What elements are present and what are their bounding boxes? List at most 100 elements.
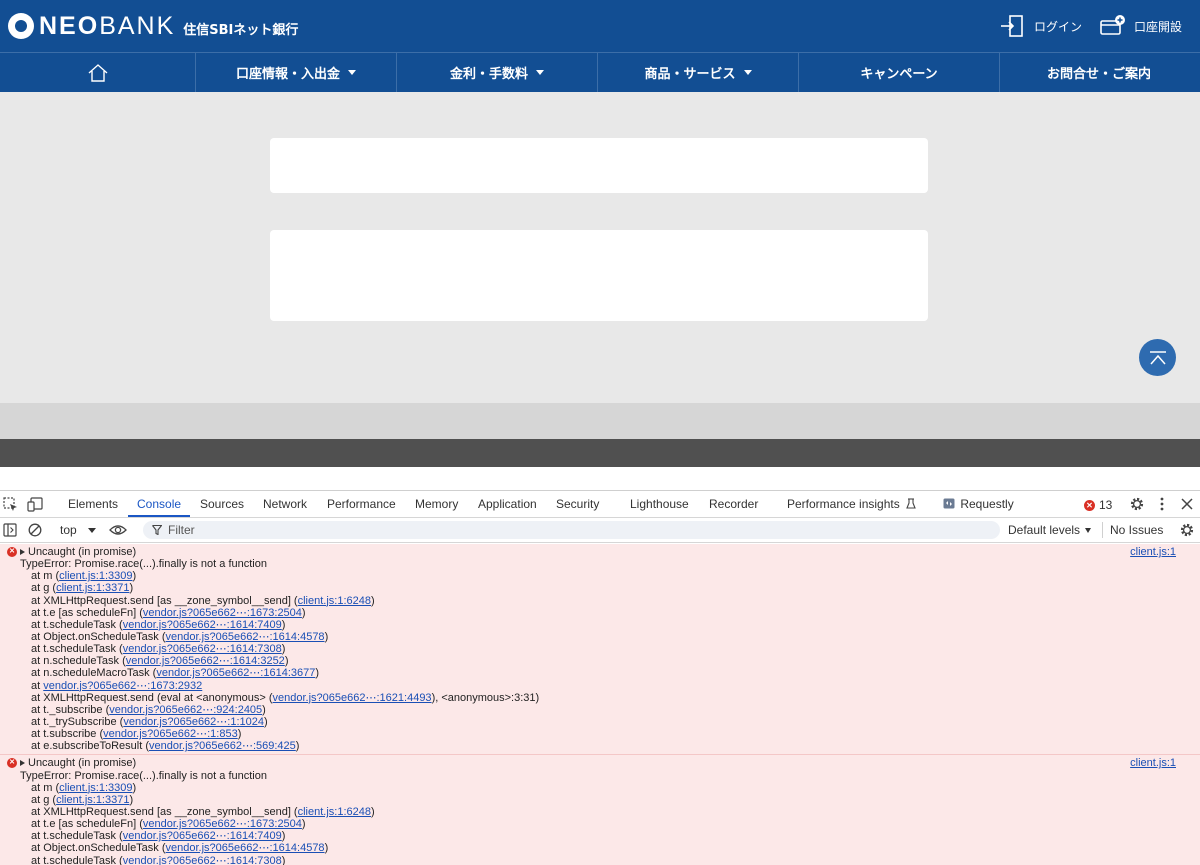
nav-contact[interactable]: お問合せ・ご案内: [1000, 53, 1198, 92]
stack-frame-text: ): [315, 667, 320, 680]
content-card: [270, 230, 928, 321]
expand-triangle-icon[interactable]: [20, 760, 25, 767]
console-toolbar: top Filter Default levels No Issues: [0, 518, 1200, 543]
open-account-button[interactable]: 口座開設: [1100, 12, 1182, 40]
context-selector[interactable]: top: [60, 518, 97, 542]
device-toolbar-icon[interactable]: [27, 497, 43, 512]
sidebar-toggle-icon[interactable]: [3, 523, 17, 537]
nav-contact-label: お問合せ・ご案内: [1046, 67, 1151, 82]
footer-bar: [0, 439, 1200, 467]
stack-frame: at Object.onScheduleTask (vendor.js?065e…: [20, 842, 1200, 854]
expand-triangle-icon[interactable]: [20, 549, 25, 556]
stack-frame: at t._trySubscribe (vendor.js?065e662⋯:1…: [20, 716, 1200, 728]
stack-frame: at g (client.js:1:3371): [20, 794, 1200, 806]
stack-frame-link[interactable]: vendor.js?065e662⋯:569:425: [149, 740, 296, 752]
console-settings-gear-icon[interactable]: [1179, 522, 1195, 538]
issues-button[interactable]: No Issues: [1110, 518, 1163, 542]
tab-recorder[interactable]: Recorder: [709, 491, 758, 517]
stack-frame-text: ), <anonymous>:3:31): [431, 691, 540, 704]
tab-requestly[interactable]: Requestly: [943, 491, 1014, 517]
scroll-to-top-button[interactable]: [1139, 339, 1176, 376]
stack-frame-link[interactable]: vendor.js?065e662⋯:924:2405: [109, 704, 262, 716]
stack-frame-text: ): [132, 570, 137, 583]
stack-frame-link[interactable]: vendor.js?065e662⋯:1:853: [103, 728, 238, 740]
stack-frame-link[interactable]: vendor.js?065e662⋯:1614:7308: [123, 855, 282, 865]
devtools-panel: Elements Console Sources Network Perform…: [0, 490, 1200, 865]
stack-frame-link[interactable]: client.js:1:3309: [59, 570, 132, 582]
stack-frame-link[interactable]: vendor.js?065e662⋯:1614:3252: [126, 655, 285, 667]
live-expression-eye-icon[interactable]: [109, 524, 127, 536]
login-button[interactable]: ログイン: [1000, 12, 1082, 40]
console-error-message[interactable]: ✕ client.js:1 Uncaught (in promise) TypeErr…: [0, 755, 1200, 865]
close-icon[interactable]: [1181, 498, 1193, 510]
stack-frame-text: at e.subscribeToResult (: [31, 740, 149, 753]
stack-frame-text: ): [301, 818, 306, 831]
nav-products-services[interactable]: 商品・サービス: [598, 53, 799, 92]
tab-performance-insights[interactable]: Performance insights: [787, 491, 916, 517]
error-count-badge[interactable]: ✕ 13: [1084, 497, 1112, 513]
message-title-text: Uncaught (in promise): [28, 546, 137, 558]
nav-home[interactable]: [0, 53, 196, 92]
console-error-message[interactable]: ✕ client.js:1 Uncaught (in promise) TypeErr…: [0, 544, 1200, 756]
tab-security[interactable]: Security: [556, 491, 599, 517]
stack-frame-link[interactable]: client.js:1:3371: [56, 582, 129, 594]
stack-frame-link[interactable]: vendor.js?065e662⋯:1614:7409: [123, 830, 282, 842]
stack-frame-text: ): [295, 740, 300, 753]
tab-application[interactable]: Application: [478, 491, 537, 517]
nav-rates-fees[interactable]: 金利・手数料: [397, 53, 598, 92]
settings-gear-icon[interactable]: [1129, 496, 1145, 512]
console-filter-input[interactable]: Filter: [143, 521, 1000, 539]
page-content: [0, 92, 1200, 403]
stack-frame-link[interactable]: vendor.js?065e662⋯:1673:2504: [143, 607, 302, 619]
stack-frame: at n.scheduleTask (vendor.js?065e662⋯:16…: [20, 655, 1200, 667]
logo-wordmark: NEOBANK: [39, 11, 176, 40]
tab-performance[interactable]: Performance: [327, 491, 396, 517]
stack-frame-link[interactable]: vendor.js?065e662⋯:1614:3677: [156, 667, 315, 679]
tab-memory[interactable]: Memory: [415, 491, 458, 517]
message-title[interactable]: Uncaught (in promise): [20, 546, 1200, 558]
stack-frame-link[interactable]: client.js:1:6248: [298, 595, 371, 607]
tab-network[interactable]: Network: [263, 491, 307, 517]
message-title-text: Uncaught (in promise): [28, 757, 137, 770]
chevron-down-icon: [743, 70, 752, 75]
neobank-logo[interactable]: NEOBANK 住信SBIネット銀行: [8, 9, 298, 43]
stack-frame-link[interactable]: client.js:1:6248: [298, 806, 371, 818]
tab-lighthouse[interactable]: Lighthouse: [630, 491, 689, 517]
log-levels-dropdown[interactable]: Default levels: [1008, 518, 1092, 542]
stack-frame-link[interactable]: vendor.js?065e662⋯:1614:7409: [123, 619, 282, 631]
stack-frame-text: at n.scheduleTask (: [31, 655, 126, 668]
stack-frame-link[interactable]: vendor.js?065e662⋯:1673:2932: [43, 680, 202, 692]
stack-frame: at t.e [as scheduleFn] (vendor.js?065e66…: [20, 607, 1200, 619]
stack-frame-link[interactable]: client.js:1:3309: [59, 782, 132, 794]
message-title[interactable]: Uncaught (in promise): [20, 757, 1200, 769]
stack-frame-text: at t.scheduleTask (: [31, 830, 123, 843]
stack-frame-link[interactable]: vendor.js?065e662⋯:1621:4493: [273, 692, 432, 704]
stack-frame-text: ): [129, 582, 134, 595]
inspect-element-icon[interactable]: [3, 497, 18, 512]
tab-console[interactable]: Console: [128, 491, 191, 517]
stack-frame-link[interactable]: vendor.js?065e662⋯:1614:4578: [166, 842, 325, 854]
stack-frame-link[interactable]: client.js:1:3371: [56, 794, 129, 806]
error-icon: ✕: [7, 547, 17, 557]
nav-campaign[interactable]: キャンペーン: [799, 53, 1000, 92]
logo-subtitle: 住信SBIネット銀行: [183, 22, 299, 38]
stack-frame-link[interactable]: vendor.js?065e662⋯:1614:4578: [166, 631, 325, 643]
filter-funnel-icon: [152, 525, 162, 535]
stack-frame-text: ): [301, 606, 306, 619]
stack-frame-text: ): [129, 793, 134, 806]
error-icon: ✕: [1084, 499, 1095, 511]
stack-frame-text: at t.scheduleTask (: [31, 854, 123, 865]
nav-account-info[interactable]: 口座情報・入出金: [196, 53, 397, 92]
stack-frame-link[interactable]: vendor.js?065e662⋯:1673:2504: [143, 818, 302, 830]
stack-frame-link[interactable]: vendor.js?065e662⋯:1614:7308: [123, 643, 282, 655]
requestly-icon: [943, 498, 955, 509]
tab-elements[interactable]: Elements: [68, 491, 118, 517]
clear-console-icon[interactable]: [28, 523, 42, 537]
message-source-link[interactable]: client.js:1: [1130, 546, 1176, 558]
more-options-icon[interactable]: [1159, 497, 1165, 511]
stack-frame: at XMLHttpRequest.send [as __zone_symbol…: [20, 806, 1200, 818]
stack-frame-link[interactable]: vendor.js?065e662⋯:1:1024: [123, 716, 264, 728]
tab-sources[interactable]: Sources: [200, 491, 244, 517]
message-source-link[interactable]: client.js:1: [1130, 757, 1176, 769]
console-output[interactable]: ✕ client.js:1 Uncaught (in promise) TypeErr…: [0, 544, 1200, 865]
